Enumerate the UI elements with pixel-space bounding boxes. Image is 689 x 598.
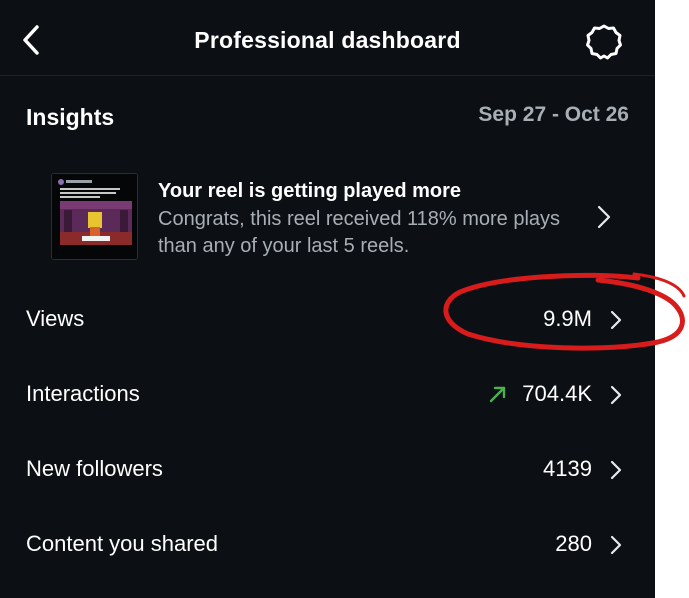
chevron-right-icon — [610, 385, 622, 405]
date-range[interactable]: Sep 27 - Oct 26 — [478, 103, 629, 127]
chevron-right-icon — [610, 535, 622, 555]
page-title: Professional dashboard — [194, 27, 461, 53]
metric-row-views[interactable]: Views 9.9M — [0, 284, 655, 354]
reel-insight-heading: Your reel is getting played more — [158, 180, 462, 202]
settings-button[interactable] — [584, 22, 624, 62]
professional-dashboard-screen: Professional dashboard Insights Sep 27 -… — [0, 0, 655, 598]
reel-insight-card[interactable]: Your reel is getting played more Congrat… — [0, 160, 655, 270]
chevron-right-icon — [610, 460, 622, 480]
metric-label: Interactions — [26, 381, 140, 406]
trend-up-arrow-icon — [490, 386, 506, 403]
gear-icon — [586, 24, 622, 60]
metric-label: Content you shared — [26, 531, 219, 556]
metric-value: 9.9M — [543, 306, 592, 331]
metric-row-interactions[interactable]: Interactions 704.4K — [0, 359, 655, 429]
metric-row-content-shared[interactable]: Content you shared 280 — [0, 509, 655, 579]
metric-label: New followers — [26, 456, 163, 481]
chevron-right-icon — [597, 205, 611, 229]
metric-value: 280 — [555, 531, 592, 556]
reel-thumbnail — [51, 173, 138, 260]
reel-insight-body: Congrats, this reel received 118% more p… — [158, 208, 561, 257]
metric-value: 704.4K — [522, 381, 592, 406]
metric-row-new-followers[interactable]: New followers 4139 — [0, 434, 655, 504]
metric-value: 4139 — [543, 456, 592, 481]
metric-label: Views — [26, 306, 85, 331]
insights-heading: Insights — [26, 104, 115, 130]
top-bar: Professional dashboard — [0, 0, 655, 76]
chevron-right-icon — [610, 310, 622, 330]
